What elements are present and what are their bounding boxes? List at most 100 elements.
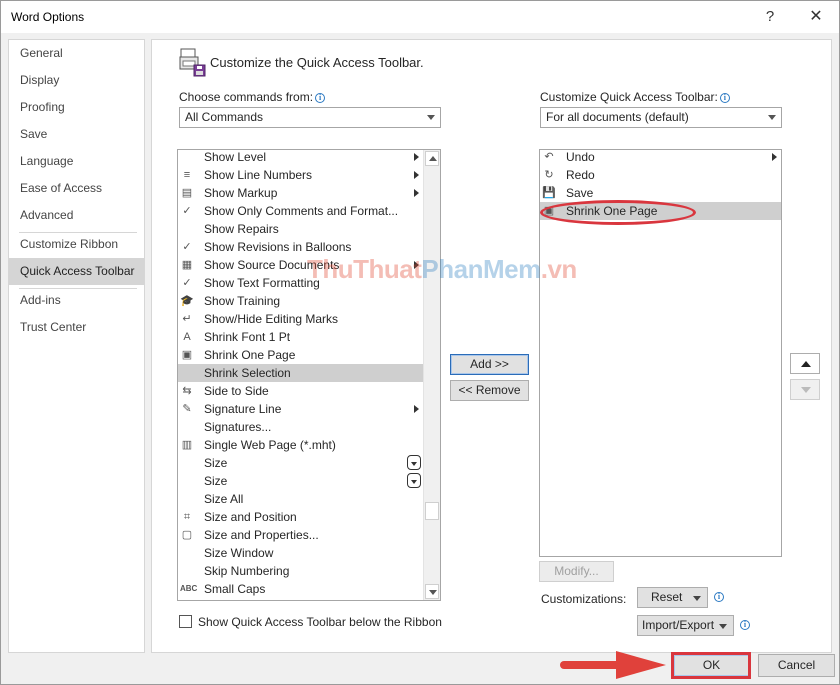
submenu-arrow-icon: [414, 153, 419, 161]
command-item[interactable]: Show Repairs: [178, 220, 423, 238]
reset-dropdown-button[interactable]: Reset: [637, 587, 708, 608]
info-icon: i: [315, 93, 325, 103]
command-icon: A: [180, 330, 194, 344]
customize-qat-dropdown[interactable]: For all documents (default): [540, 107, 782, 128]
customize-qat-label: Customize Quick Access Toolbar:i: [540, 90, 730, 104]
command-item[interactable]: ▥Single Web Page (*.mht): [178, 436, 423, 454]
command-label: Show Text Formatting: [204, 274, 320, 292]
nav-item-quick-access-toolbar[interactable]: Quick Access Toolbar: [9, 258, 144, 285]
command-item[interactable]: Signatures...: [178, 418, 423, 436]
arrow-up-icon: [801, 361, 811, 367]
commands-list[interactable]: Show Level ≡ Show Line Numbers▤Show Markup…: [177, 149, 441, 601]
import-export-label: Import/Export: [642, 618, 714, 632]
command-label: Size: [204, 472, 227, 490]
customizations-label: Customizations:: [541, 592, 626, 606]
show-below-ribbon-checkbox[interactable]: [179, 615, 192, 628]
info-icon: i: [714, 592, 724, 602]
add-button[interactable]: Add >>: [450, 354, 529, 375]
command-item[interactable]: Size: [178, 454, 423, 472]
commands-scrollbar[interactable]: [423, 150, 440, 600]
pointer-arrow-icon: [558, 650, 668, 680]
nav-item-advanced[interactable]: Advanced: [9, 202, 144, 229]
command-item[interactable]: ▢ Size and Properties...: [178, 526, 423, 544]
command-icon: [180, 222, 194, 236]
command-item[interactable]: ✎Signature Line: [178, 400, 423, 418]
arrow-down-icon: [801, 387, 811, 393]
command-label: Size and Properties...: [204, 526, 319, 544]
command-label: Size Window: [204, 544, 273, 562]
move-down-button[interactable]: [790, 379, 820, 400]
command-icon: 💾: [542, 186, 556, 200]
command-item[interactable]: ⌗ Size and Position: [178, 508, 423, 526]
toolbar-label: Undo: [566, 149, 595, 166]
import-export-button[interactable]: Import/Export: [637, 615, 734, 636]
cancel-button[interactable]: Cancel: [758, 654, 835, 677]
command-item[interactable]: ≡ Show Line Numbers: [178, 166, 423, 184]
command-label: Size and Position: [204, 508, 297, 526]
nav-item-general[interactable]: General: [9, 40, 144, 67]
command-icon: ≡: [180, 168, 194, 182]
command-item[interactable]: ABCSmall Caps: [178, 580, 423, 598]
move-up-button[interactable]: [790, 353, 820, 374]
scroll-thumb[interactable]: [425, 502, 439, 520]
scroll-down-icon[interactable]: [425, 584, 439, 599]
command-icon: ABC: [180, 582, 194, 596]
highlight-ok-box: [671, 652, 751, 679]
remove-button[interactable]: << Remove: [450, 380, 529, 401]
nav-item-ease-of-access[interactable]: Ease of Access: [9, 175, 144, 202]
customize-qat-value: For all documents (default): [546, 110, 689, 124]
command-label: Side to Side: [204, 382, 269, 400]
command-label: Show Level: [204, 149, 266, 166]
info-icon: i: [720, 93, 730, 103]
command-item[interactable]: ↵Show/Hide Editing Marks: [178, 310, 423, 328]
command-label: Show Line Numbers: [204, 166, 312, 184]
command-item[interactable]: Size: [178, 472, 423, 490]
nav-item-display[interactable]: Display: [9, 67, 144, 94]
toolbar-item[interactable]: 💾Save: [540, 184, 781, 202]
command-icon: [180, 366, 194, 380]
command-item[interactable]: Size All: [178, 490, 423, 508]
command-icon: ✓: [180, 276, 194, 290]
command-icon: ✓: [180, 204, 194, 218]
nav-item-customize-ribbon[interactable]: Customize Ribbon: [9, 231, 144, 258]
command-label: Show/Hide Editing Marks: [204, 310, 338, 328]
toolbar-item[interactable]: ↻Redo: [540, 166, 781, 184]
nav-item-language[interactable]: Language: [9, 148, 144, 175]
command-item[interactable]: ✓Show Only Comments and Format...: [178, 202, 423, 220]
command-label: Signatures...: [204, 418, 271, 436]
chevron-down-icon: [427, 115, 435, 120]
command-item[interactable]: Shrink Selection: [178, 364, 423, 382]
spin-dropdown-icon: [407, 455, 421, 470]
choose-commands-value: All Commands: [185, 110, 263, 124]
command-label: Size All: [204, 490, 243, 508]
nav-item-trust-center[interactable]: Trust Center: [9, 314, 144, 341]
scroll-up-icon[interactable]: [425, 151, 439, 166]
command-item[interactable]: Show Level: [178, 149, 423, 166]
command-icon: ▢: [180, 528, 194, 542]
modify-button[interactable]: Modify...: [539, 561, 614, 582]
command-item[interactable]: 🎓Show Training: [178, 292, 423, 310]
command-icon: ✓: [180, 240, 194, 254]
command-item[interactable]: ▤Show Markup: [178, 184, 423, 202]
chevron-down-icon: [768, 115, 776, 120]
toolbar-item[interactable]: ↶Undo: [540, 149, 781, 166]
spin-dropdown-icon: [407, 473, 421, 488]
command-item[interactable]: ⇆Side to Side: [178, 382, 423, 400]
chevron-down-icon: [719, 624, 727, 629]
close-button[interactable]: ✕: [799, 5, 833, 29]
command-label: Show Markup: [204, 184, 277, 202]
help-button[interactable]: ?: [753, 5, 787, 29]
command-item[interactable]: Size Window: [178, 544, 423, 562]
split-arrow-icon: [414, 405, 419, 413]
submenu-arrow-icon: [414, 189, 419, 197]
nav-item-proofing[interactable]: Proofing: [9, 94, 144, 121]
command-icon: ⌗: [180, 510, 194, 524]
command-item[interactable]: AShrink Font 1 Pt: [178, 328, 423, 346]
nav-item-add-ins[interactable]: Add-ins: [9, 287, 144, 314]
show-below-ribbon-label: Show Quick Access Toolbar below the Ribb…: [198, 615, 442, 629]
command-item[interactable]: ▣Shrink One Page: [178, 346, 423, 364]
command-item[interactable]: Skip Numbering: [178, 562, 423, 580]
command-icon: [180, 456, 194, 470]
nav-item-save[interactable]: Save: [9, 121, 144, 148]
choose-commands-dropdown[interactable]: All Commands: [179, 107, 441, 128]
